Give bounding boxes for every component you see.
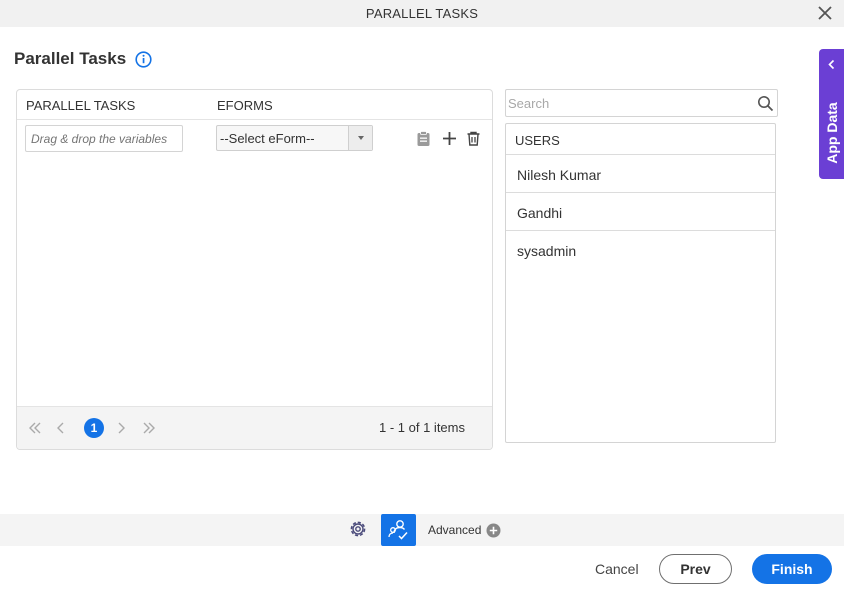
column-eforms: EFORMS <box>217 98 273 113</box>
prev-button[interactable]: Prev <box>659 554 732 584</box>
eform-select[interactable]: --Select eForm-- <box>216 125 373 151</box>
dialog-titlebar: PARALLEL TASKS <box>0 0 844 27</box>
first-page-icon[interactable] <box>27 420 43 436</box>
dialog-title: PARALLEL TASKS <box>365 6 479 21</box>
gear-icon[interactable] <box>347 518 369 540</box>
bottom-toolbar: Advanced <box>0 514 844 546</box>
prev-page-icon[interactable] <box>53 420 69 436</box>
column-parallel-tasks: PARALLEL TASKS <box>26 98 136 113</box>
chevron-left-icon <box>828 59 835 70</box>
users-list: USERS Nilesh Kumar Gandhi sysadmin <box>505 123 776 443</box>
users-header: USERS <box>506 124 775 155</box>
grid-pager: 1 1 - 1 of 1 items <box>17 406 492 449</box>
search-icon[interactable] <box>757 95 774 112</box>
search-input[interactable] <box>508 93 748 113</box>
pager-items-info: 1 - 1 of 1 items <box>379 420 465 435</box>
next-page-icon[interactable] <box>113 420 129 436</box>
list-item[interactable]: Gandhi <box>506 193 775 231</box>
add-icon[interactable] <box>441 130 458 147</box>
parallel-tasks-grid: PARALLEL TASKS EFORMS --Select eForm-- 1 <box>16 89 493 450</box>
eform-select-value: --Select eForm-- <box>220 131 315 146</box>
cancel-button[interactable]: Cancel <box>595 561 639 577</box>
app-data-label: App Data <box>824 102 840 164</box>
list-item[interactable]: Nilesh Kumar <box>506 155 775 193</box>
list-item[interactable]: sysadmin <box>506 231 775 269</box>
close-icon[interactable] <box>816 4 834 22</box>
caret-down-icon <box>358 136 364 140</box>
page-title: Parallel Tasks <box>14 49 127 68</box>
info-icon[interactable] <box>135 51 152 68</box>
participants-button[interactable] <box>381 514 416 546</box>
variable-drop-field[interactable] <box>25 125 183 152</box>
plus-circle-icon[interactable] <box>486 523 501 538</box>
clipboard-icon[interactable] <box>415 130 432 147</box>
finish-button[interactable]: Finish <box>752 554 832 584</box>
trash-icon[interactable] <box>465 130 482 147</box>
grid-header: PARALLEL TASKS EFORMS <box>17 90 492 120</box>
current-page[interactable]: 1 <box>84 418 104 438</box>
last-page-icon[interactable] <box>141 420 157 436</box>
user-search[interactable] <box>505 89 778 117</box>
dropdown-arrow[interactable] <box>348 126 372 150</box>
app-data-tab[interactable]: App Data <box>819 49 844 179</box>
advanced-button[interactable]: Advanced <box>428 523 481 537</box>
user-assign-icon <box>388 520 408 540</box>
